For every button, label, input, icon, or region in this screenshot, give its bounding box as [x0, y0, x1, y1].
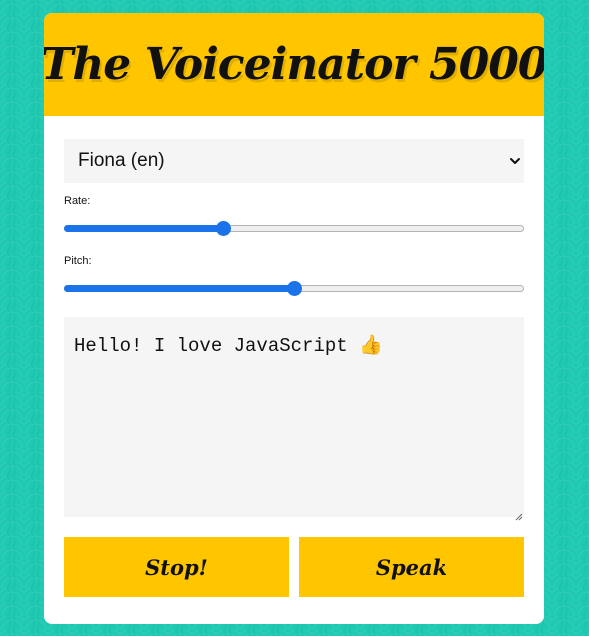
stop-button[interactable]: Stop! [64, 537, 289, 597]
controls: Fiona (en) Rate: Pitch: Hello! I love Ja… [44, 116, 544, 597]
message-textarea[interactable]: Hello! I love JavaScript 👍 [74, 333, 383, 357]
rate-label: Rate: [64, 195, 91, 207]
button-row: Stop! Speak [64, 537, 524, 597]
voiceinator-panel: The Voiceinator 5000 Fiona (en) Rate: Pi… [44, 13, 544, 624]
pitch-label: Pitch: [64, 255, 92, 267]
voice-select-value: Fiona (en) [78, 150, 165, 171]
resize-handle-icon[interactable] [515, 508, 523, 521]
rate-slider-fill [64, 225, 223, 232]
pitch-slider-fill [64, 285, 294, 292]
message-textarea-box[interactable]: Hello! I love JavaScript 👍 [64, 317, 524, 521]
pitch-slider-thumb[interactable] [287, 281, 302, 296]
speak-button[interactable]: Speak [299, 537, 524, 597]
app-title: The Voiceinator 5000 [44, 39, 544, 90]
chevron-down-icon [508, 154, 522, 168]
voice-select[interactable]: Fiona (en) [64, 139, 524, 183]
rate-slider[interactable] [64, 219, 524, 239]
pitch-slider[interactable] [64, 279, 524, 299]
rate-slider-thumb[interactable] [216, 221, 231, 236]
header: The Voiceinator 5000 [44, 13, 544, 116]
